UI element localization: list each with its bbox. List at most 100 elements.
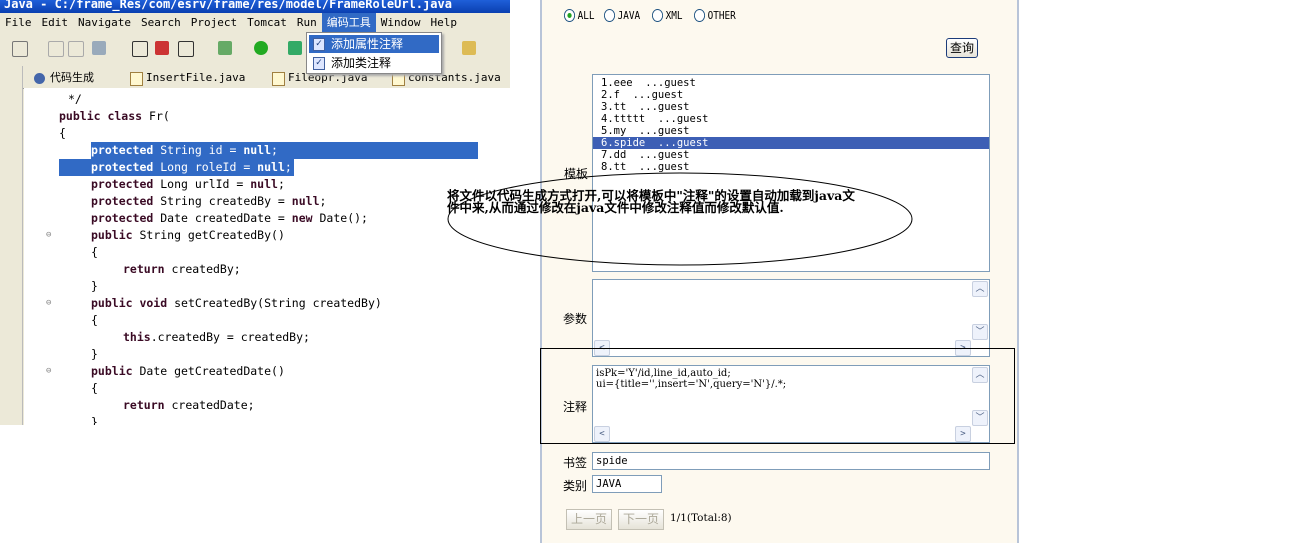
vertical-scrollbar[interactable]: ︿ ﹀ — [972, 281, 988, 340]
template-item[interactable]: 4.ttttt ...guest — [593, 113, 989, 125]
eclipse-window: Java - C:/frame_Res/com/esrv/frame/res/m… — [0, 0, 510, 425]
pen-icon[interactable] — [462, 41, 476, 55]
template-item[interactable]: 2.f ...guest — [593, 89, 989, 101]
radio-label: XML — [665, 9, 683, 22]
tool-icon[interactable] — [132, 41, 148, 57]
new-icon[interactable] — [12, 41, 28, 57]
scroll-up-icon[interactable]: ︿ — [972, 367, 988, 383]
bookmark-label: 书签 — [563, 456, 588, 470]
template-item[interactable]: 5.my ...guest — [593, 125, 989, 137]
menu-item-add-field-comment[interactable]: ✓ 添加属性注释 — [309, 35, 439, 53]
next-page-button[interactable]: 下一页 — [618, 509, 664, 530]
menu-7[interactable]: 编码工具 — [321, 13, 376, 32]
params-textarea[interactable]: ︿ ﹀ < > — [592, 279, 990, 357]
radio-label: JAVA — [617, 9, 641, 22]
radio-java[interactable]: JAVA — [604, 9, 640, 22]
print-icon[interactable] — [92, 41, 106, 55]
bookmark-input[interactable]: spide — [592, 452, 990, 470]
scroll-down-icon[interactable]: ﹀ — [972, 410, 988, 426]
radio-label: OTHER — [707, 9, 736, 22]
menu-4[interactable]: Project — [186, 13, 242, 32]
tab-1[interactable]: InsertFile.java — [126, 69, 245, 87]
comment-label: 注释 — [563, 400, 588, 414]
save-icon[interactable] — [48, 41, 64, 57]
scroll-right-icon[interactable]: > — [955, 426, 971, 442]
external-tool-icon[interactable] — [288, 41, 302, 55]
fold-icon[interactable]: ⊖ — [46, 298, 51, 308]
code-line: { — [91, 313, 98, 327]
menu-1[interactable]: Edit — [37, 13, 74, 32]
code-line: { — [59, 126, 66, 140]
java-file-icon — [392, 72, 405, 86]
menu-2[interactable]: Navigate — [73, 13, 136, 32]
template-item[interactable]: 1.eee ...guest — [593, 77, 989, 89]
java-file-icon — [130, 72, 143, 86]
code-line: return createdDate; — [123, 398, 255, 412]
code-line: } — [91, 415, 98, 425]
code-line: protected Date createdDate = new Date(); — [91, 211, 368, 225]
query-button[interactable]: 查询 — [946, 38, 978, 58]
radio-icon[interactable] — [652, 9, 664, 22]
category-input[interactable]: JAVA — [592, 475, 662, 493]
scroll-left-icon[interactable]: < — [594, 426, 610, 442]
radio-other[interactable]: OTHER — [694, 9, 736, 22]
code-line: public void setCreatedBy(String createdB… — [91, 296, 382, 310]
category-label: 类别 — [563, 479, 588, 493]
vertical-scrollbar[interactable]: ︿ ﹀ — [972, 367, 988, 426]
code-line: protected Long urlId = null; — [91, 177, 285, 191]
stop-icon[interactable] — [155, 41, 169, 55]
radio-all[interactable]: ALL — [564, 9, 594, 22]
tab-0[interactable]: 代码生成 — [30, 69, 94, 87]
code-line: public class Fr( — [59, 109, 170, 123]
tab-label: 代码生成 — [50, 71, 94, 84]
tab-label: InsertFile.java — [146, 71, 246, 84]
menu-0[interactable]: File — [0, 13, 37, 32]
code-line: protected String id = null; — [91, 142, 478, 159]
code-line: { — [91, 245, 98, 259]
menu-8[interactable]: Window — [376, 13, 426, 32]
code-line: protected String createdBy = null; — [91, 194, 327, 208]
fold-icon[interactable]: ⊖ — [46, 366, 51, 376]
run-icon[interactable] — [254, 41, 268, 55]
horizontal-scrollbar[interactable]: < > — [594, 426, 971, 442]
menu-3[interactable]: Search — [136, 13, 186, 32]
debug-icon[interactable] — [218, 41, 232, 55]
title-bar: Java - C:/frame_Res/com/esrv/frame/res/m… — [0, 0, 510, 13]
menu-5[interactable]: Tomcat — [242, 13, 292, 32]
code-line: */ — [68, 92, 82, 106]
code-line: } — [91, 347, 98, 361]
scroll-up-icon[interactable]: ︿ — [972, 281, 988, 297]
menu-6[interactable]: Run — [292, 13, 322, 32]
menu-bar: File Edit Navigate Search Project Tomcat Run 编码… — [0, 13, 510, 32]
menu-item-label: 添加属性注释 — [331, 37, 404, 51]
scroll-down-icon[interactable]: ﹀ — [972, 324, 988, 340]
annotation-text: 将文件以代码生成方式打开,可以将模板中"注释"的设置自动加载到java文件中来,… — [447, 188, 855, 215]
prev-page-button[interactable]: 上一页 — [566, 509, 612, 530]
menu-item-label: 添加类注释 — [331, 56, 392, 70]
radio-xml[interactable]: XML — [652, 9, 682, 22]
code-line: return createdBy; — [123, 262, 241, 276]
radio-icon[interactable] — [564, 9, 576, 22]
page-info: 1/1(Total:8) — [670, 512, 732, 524]
radio-icon[interactable] — [694, 9, 706, 22]
menu-item-add-class-comment[interactable]: ✓ 添加类注释 — [309, 54, 439, 72]
tools-dropdown: ✓ 添加属性注释 ✓ 添加类注释 — [306, 32, 442, 74]
template-item[interactable]: 7.dd ...guest — [593, 149, 989, 161]
template-item[interactable]: 6.spide ...guest — [593, 137, 989, 149]
code-line: public Date getCreatedDate() — [91, 364, 285, 378]
comment-textarea[interactable]: isPk='Y'/id,line_id,auto_id; ui={title='… — [592, 365, 990, 443]
template-item[interactable]: 3.tt ...guest — [593, 101, 989, 113]
code-editor[interactable]: */ public class Fr( { protected String id =… — [24, 88, 510, 425]
code-line: } — [91, 279, 98, 293]
radio-icon[interactable] — [604, 9, 616, 22]
radio-label: ALL — [577, 9, 595, 22]
side-bar — [0, 66, 23, 425]
fold-icon[interactable]: ⊖ — [46, 230, 51, 240]
menu-9[interactable]: Help — [425, 13, 462, 32]
code-line: this.createdBy = createdBy; — [123, 330, 310, 344]
check-icon: ✓ — [313, 38, 325, 51]
params-label: 参数 — [563, 312, 588, 326]
code-line: protected Long roleId = null; — [59, 159, 294, 176]
tool2-icon[interactable] — [178, 41, 194, 57]
save-all-icon[interactable] — [68, 41, 84, 57]
